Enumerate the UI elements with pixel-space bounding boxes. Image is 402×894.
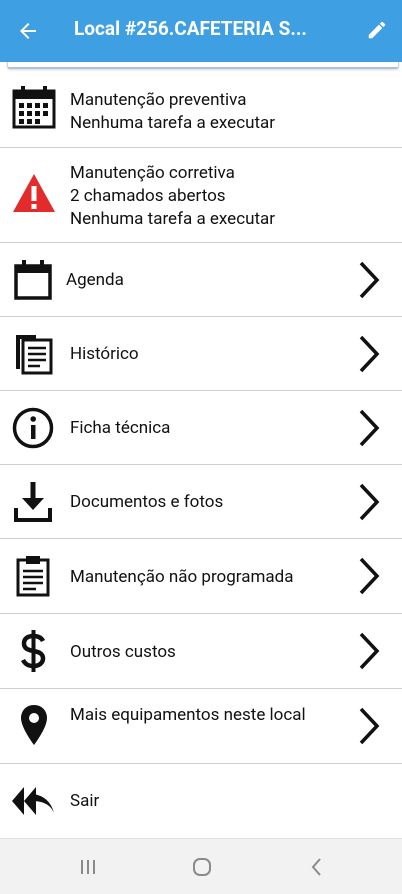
- menu-label-documentos-fotos: Documentos e fotos: [70, 492, 224, 512]
- map-pin-icon: [21, 705, 47, 745]
- menu-label-mais-equipamentos: Mais equipamentos neste local: [70, 705, 306, 725]
- corrective-title: Manutenção corretiva: [70, 163, 235, 183]
- preventive-title: Manutenção preventiva: [70, 90, 247, 110]
- preventive-maintenance-row[interactable]: Manutenção preventiva Nenhuma tarefa a e…: [0, 70, 402, 148]
- double-reply-icon: [12, 787, 54, 815]
- chevron-right-icon: [359, 557, 380, 595]
- back-icon[interactable]: [303, 853, 331, 881]
- chevron-right-icon: [359, 632, 380, 670]
- chevron-right-icon: [359, 261, 380, 299]
- chevron-right-icon: [359, 409, 380, 447]
- arrow-left-icon[interactable]: [16, 19, 40, 43]
- calendar-icon: [14, 260, 52, 300]
- warning-triangle-icon: [13, 174, 55, 212]
- info-icon: [12, 407, 54, 449]
- exit-label: Sair: [70, 791, 100, 811]
- system-nav-bar: [0, 838, 402, 894]
- recents-icon[interactable]: [74, 853, 102, 881]
- menu-label-historico: Histórico: [70, 344, 139, 364]
- calendar-grid-icon: [12, 86, 56, 129]
- app-bar: Local #256.CAFETERIA S...: [0, 0, 402, 62]
- home-icon[interactable]: [188, 853, 216, 881]
- corrective-maintenance-row[interactable]: Manutenção corretiva 2 chamados abertos …: [0, 148, 402, 243]
- chevron-right-icon: [359, 483, 380, 521]
- menu-item-ficha-tecnica[interactable]: Ficha técnica: [0, 391, 402, 465]
- menu-item-mais-equipamentos[interactable]: Mais equipamentos neste local: [0, 689, 402, 764]
- menu-label-manutencao-nao-programada: Manutenção não programada: [70, 567, 294, 587]
- chevron-right-icon: [359, 335, 380, 373]
- preventive-status: Nenhuma tarefa a executar: [70, 113, 276, 133]
- menu-item-agenda[interactable]: Agenda: [0, 243, 402, 317]
- chevron-right-icon: [359, 707, 380, 745]
- pencil-icon[interactable]: [366, 19, 388, 41]
- clipboard-icon: [16, 556, 50, 597]
- documents-icon: [16, 335, 53, 375]
- search-strip: [7, 62, 399, 69]
- page-title: Local #256.CAFETERIA S...: [74, 17, 307, 40]
- corrective-calls: 2 chamados abertos: [70, 186, 226, 206]
- menu-label-ficha-tecnica: Ficha técnica: [70, 418, 171, 438]
- menu-item-historico[interactable]: Histórico: [0, 317, 402, 391]
- download-icon: [14, 482, 52, 522]
- dollar-icon: [20, 630, 46, 672]
- exit-row[interactable]: Sair: [0, 764, 402, 838]
- corrective-status: Nenhuma tarefa a executar: [70, 209, 276, 229]
- menu-item-documentos-fotos[interactable]: Documentos e fotos: [0, 465, 402, 539]
- menu-label-outros-custos: Outros custos: [70, 642, 176, 662]
- menu-item-outros-custos[interactable]: Outros custos: [0, 614, 402, 689]
- menu-item-manutencao-nao-programada[interactable]: Manutenção não programada: [0, 539, 402, 614]
- menu-label-agenda: Agenda: [66, 270, 124, 290]
